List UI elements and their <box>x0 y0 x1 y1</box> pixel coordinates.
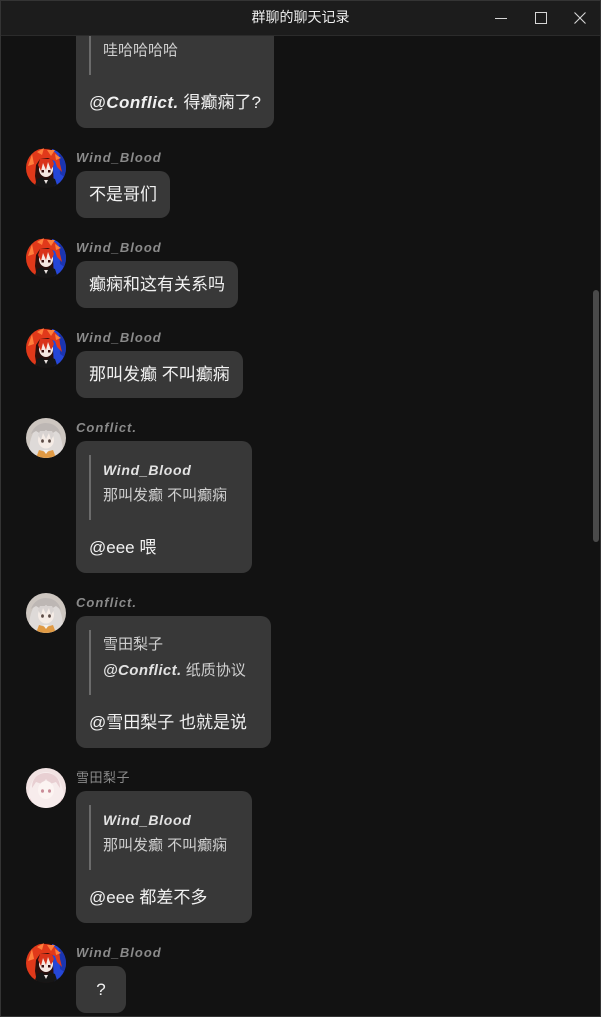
sender-name: Conflict. <box>76 595 137 610</box>
sender-name: Conflict. <box>76 420 137 435</box>
quote-text: 那叫发癫 不叫癫痫 <box>103 483 227 509</box>
maximize-icon <box>535 11 547 24</box>
quote-text-segment: 纸质协议 <box>181 662 246 679</box>
message-item: Conflict. 雪田梨子 @Conflict. 纸质协议 @雪田梨子 也就是… <box>0 593 601 748</box>
message-bubble[interactable]: 雪田梨子 @Conflict. 纸质协议 @雪田梨子 也就是说 <box>76 616 271 748</box>
message-bubble[interactable]: 癫痫和这有关系吗 <box>76 261 238 308</box>
red-hair-anime-avatar-icon <box>26 328 66 368</box>
message-bubble[interactable]: 哇哈哈哈哈 @Conflict. 得癫痫了? <box>76 36 274 128</box>
sender-name: Wind_Blood <box>76 330 162 345</box>
message-text-segment: @雪田梨子 也就是说 <box>89 713 247 732</box>
message-item: 雪田梨子 Wind_Blood 那叫发癫 不叫癫痫 @eee 都差不多 <box>0 768 601 923</box>
message-bubble[interactable]: 那叫发癫 不叫癫痫 <box>76 351 243 398</box>
close-button[interactable] <box>560 0 600 35</box>
message-text-segment: 不是哥们 <box>89 185 157 204</box>
message-text: @雪田梨子 也就是说 <box>89 712 258 733</box>
message-item: Wind_Blood 癫痫和这有关系吗 <box>0 238 601 308</box>
mention-name: Conflict. <box>106 93 179 112</box>
message-item: 哇哈哈哈哈 @Conflict. 得癫痫了? <box>0 36 601 128</box>
sender-avatar[interactable] <box>26 148 66 188</box>
quote-text-segment: 那叫发癫 不叫癫痫 <box>103 487 228 504</box>
sender-name: Wind_Blood <box>76 945 162 960</box>
sender-avatar[interactable] <box>26 943 66 983</box>
quote-text: @Conflict. 纸质协议 <box>103 658 246 684</box>
sender-avatar[interactable] <box>26 418 66 458</box>
message-text-segment: 癫痫和这有关系吗 <box>89 275 225 294</box>
quote-text-segment: 那叫发癫 不叫癫痫 <box>103 837 228 854</box>
quoted-message[interactable]: 雪田梨子 @Conflict. 纸质协议 <box>89 630 258 695</box>
sender-name: Wind_Blood <box>76 240 162 255</box>
red-hair-anime-avatar-icon <box>26 943 66 983</box>
scrollbar-thumb[interactable] <box>593 290 599 542</box>
quoted-message[interactable]: Wind_Blood 那叫发癫 不叫癫痫 <box>89 455 239 520</box>
message-text: 不是哥们 <box>89 184 157 205</box>
quote-text: 哇哈哈哈哈 <box>103 38 249 64</box>
message-bubble[interactable]: Wind_Blood 那叫发癫 不叫癫痫 @eee 都差不多 <box>76 791 253 923</box>
message-text: @eee 喂 <box>89 537 239 558</box>
message-text-segment: @ <box>89 93 107 112</box>
message-text-segment: @eee 都差不多 <box>89 888 208 907</box>
message-text: 那叫发癫 不叫癫痫 <box>89 364 230 385</box>
message-text-segment: 那叫发癫 不叫癫痫 <box>89 365 230 384</box>
sender-avatar[interactable] <box>26 768 66 808</box>
red-hair-anime-avatar-icon <box>26 238 66 278</box>
message-bubble[interactable]: 不是哥们 <box>76 171 170 218</box>
quote-text-segment: 哇哈哈哈哈 <box>103 42 179 59</box>
red-hair-anime-avatar-icon <box>26 148 66 188</box>
sender-name: Wind_Blood <box>76 150 162 165</box>
quote-sender: 雪田梨子 <box>103 636 164 653</box>
message-text-segment: 得癫痫了? <box>178 93 261 112</box>
message-list[interactable]: 哇哈哈哈哈 @Conflict. 得癫痫了? Wind_Blood 不是哥们 W… <box>0 36 601 1017</box>
quote-sender: Wind_Blood <box>103 812 192 828</box>
title-bar[interactable]: 群聊的聊天记录 <box>0 0 601 36</box>
message-item: Wind_Blood 不是哥们 <box>0 148 601 218</box>
message-text: @Conflict. 得癫痫了? <box>89 92 261 113</box>
chat-record-window: 群聊的聊天记录 哇哈哈哈哈 @Conflict. 得癫痫了? Wind_Bloo… <box>0 0 601 1017</box>
quoted-message[interactable]: 哇哈哈哈哈 <box>89 36 261 75</box>
message-text-segment: @eee 喂 <box>89 538 157 557</box>
message-text-segment: ? <box>96 980 106 999</box>
silver-hair-anime-avatar-icon <box>26 593 66 633</box>
pink-anime-avatar-icon <box>26 768 66 808</box>
sender-avatar[interactable] <box>26 328 66 368</box>
message-bubble[interactable]: Wind_Blood 那叫发癫 不叫癫痫 @eee 喂 <box>76 441 253 573</box>
close-icon <box>574 11 586 24</box>
sender-avatar[interactable] <box>26 593 66 633</box>
sender-avatar[interactable] <box>26 238 66 278</box>
message-item: Wind_Blood 那叫发癫 不叫癫痫 <box>0 328 601 398</box>
message-item: Conflict. Wind_Blood 那叫发癫 不叫癫痫 @eee 喂 <box>0 418 601 573</box>
message-text: @eee 都差不多 <box>89 887 239 908</box>
sender-name: 雪田梨子 <box>76 770 131 785</box>
maximize-button[interactable] <box>521 0 561 35</box>
message-item: Wind_Blood ? <box>0 943 601 1013</box>
quote-text: 那叫发癫 不叫癫痫 <box>103 833 227 859</box>
minimize-icon <box>495 17 507 19</box>
quote-sender: Wind_Blood <box>103 462 192 478</box>
message-bubble[interactable]: ? <box>76 966 126 1013</box>
quote-mention-name: @Conflict. <box>103 662 182 679</box>
silver-hair-anime-avatar-icon <box>26 418 66 458</box>
message-text: ? <box>89 979 113 1000</box>
quoted-message[interactable]: Wind_Blood 那叫发癫 不叫癫痫 <box>89 805 239 870</box>
minimize-button[interactable] <box>481 0 521 35</box>
message-text: 癫痫和这有关系吗 <box>89 274 225 295</box>
